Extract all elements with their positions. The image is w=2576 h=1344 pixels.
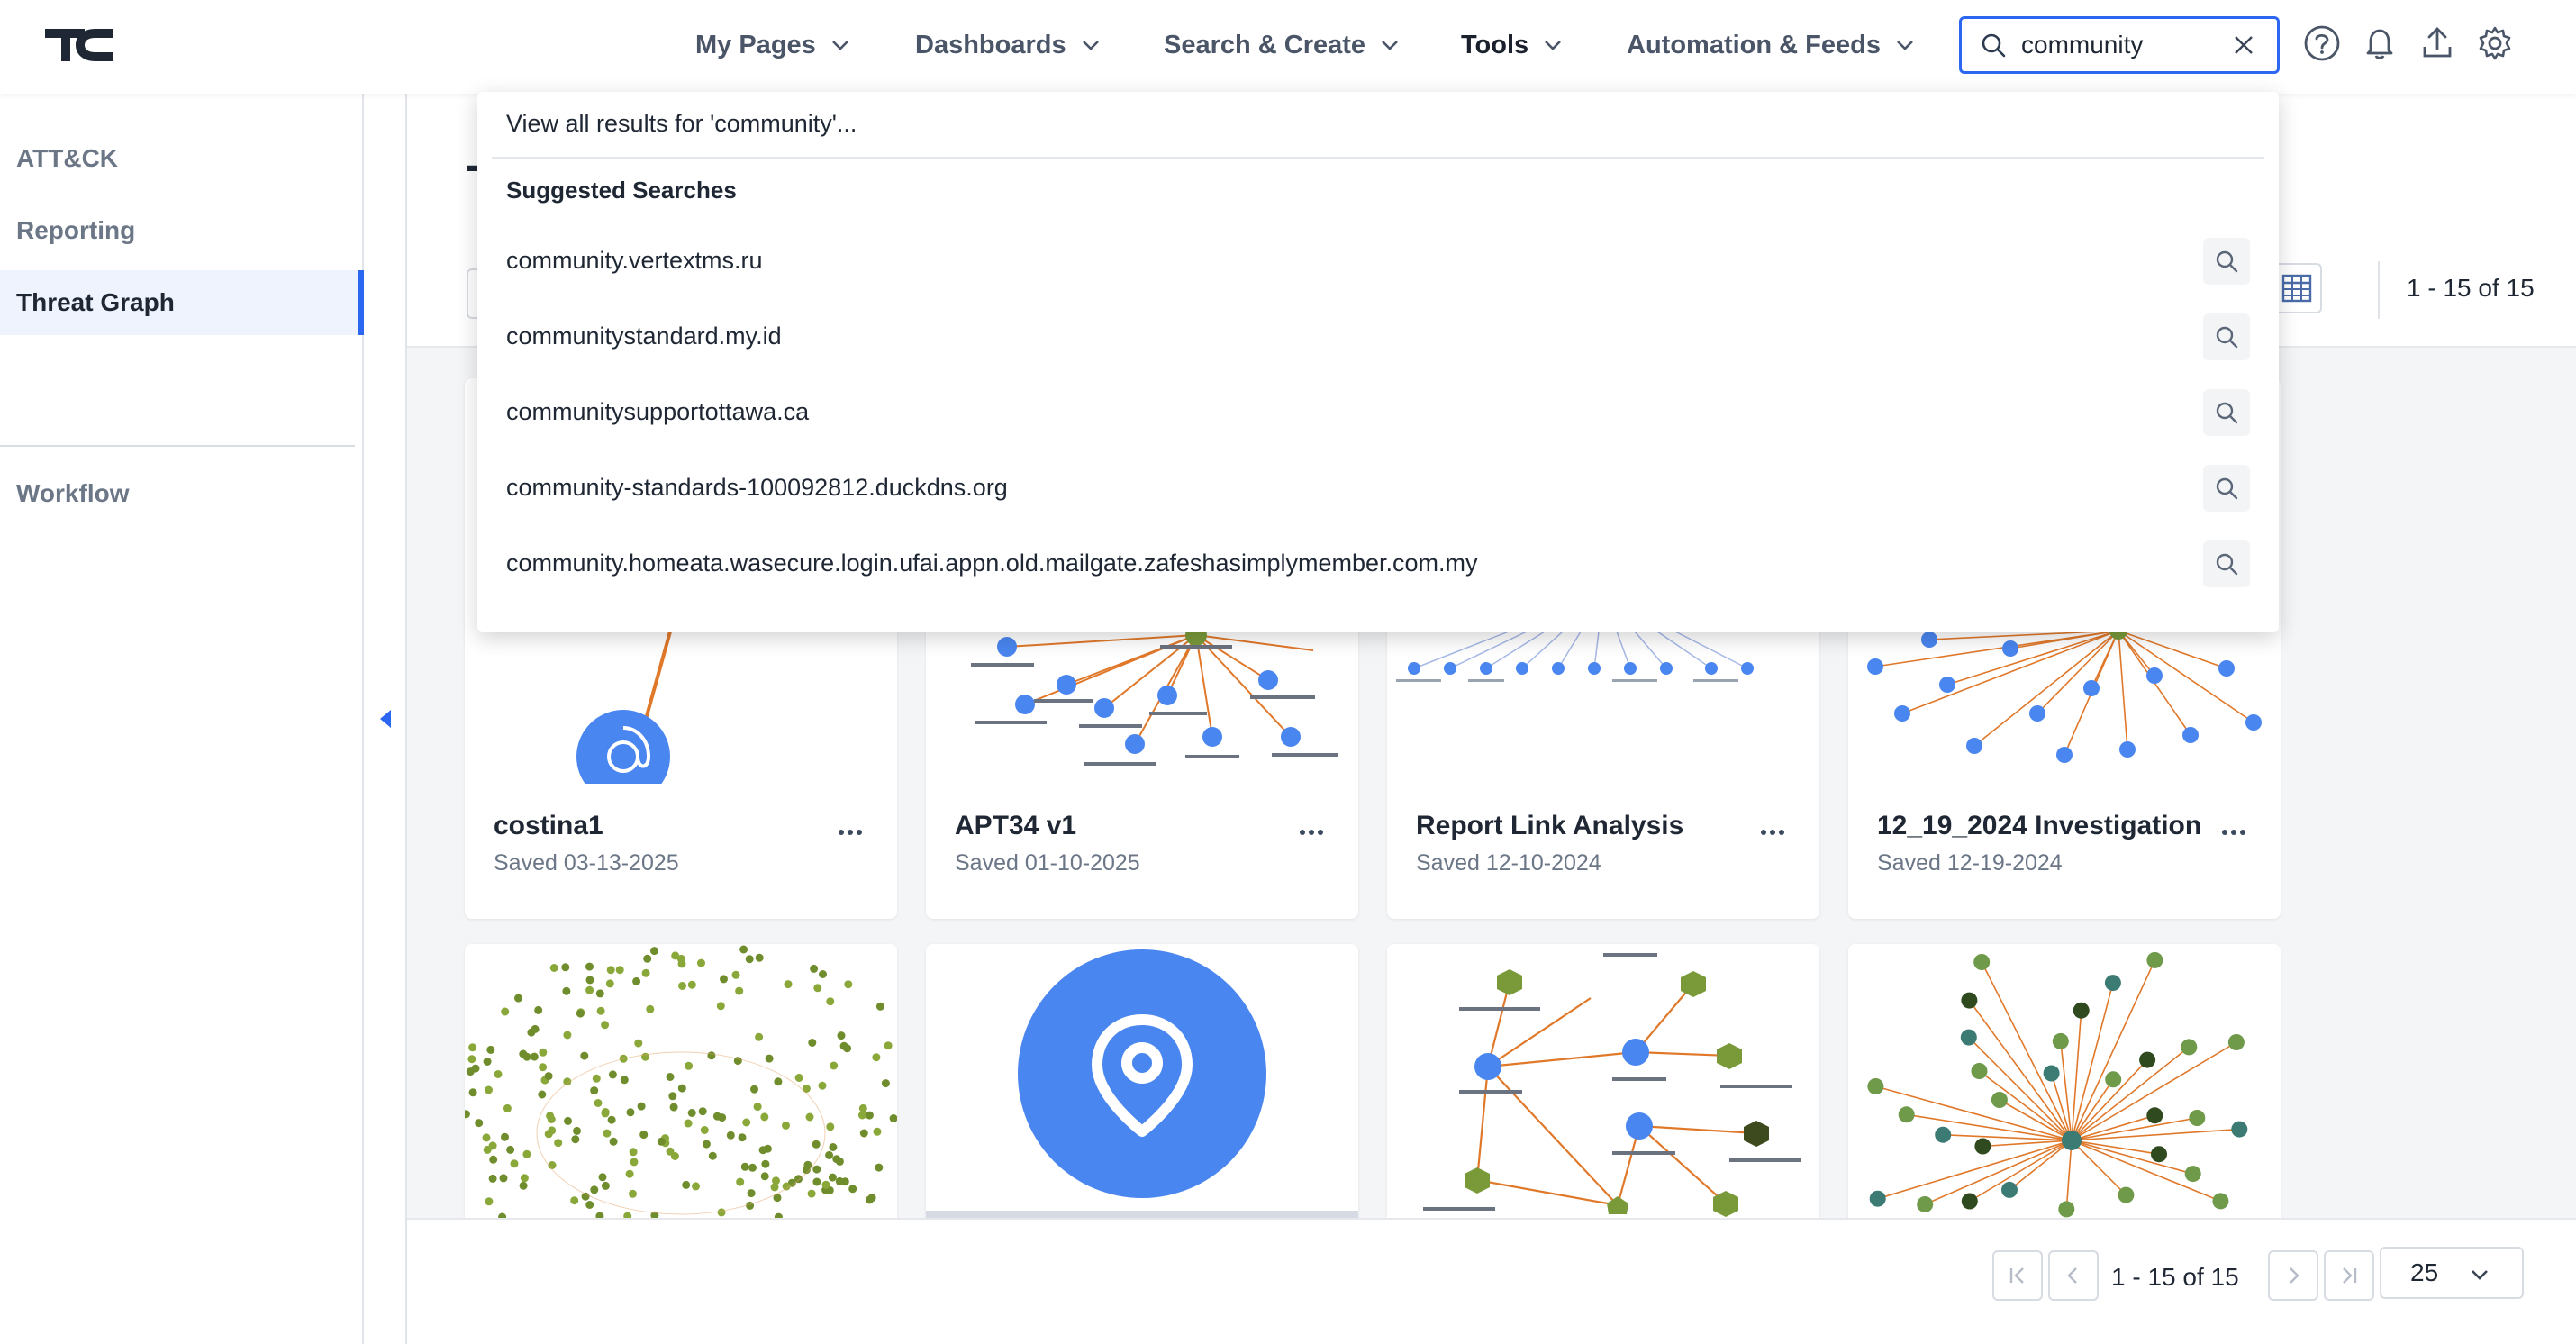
card-title: costina1: [494, 811, 603, 840]
header-separator: [2378, 261, 2380, 319]
suggested-searches-heading: Suggested Searches: [506, 177, 737, 204]
nav-dashboards[interactable]: Dashboards: [915, 27, 1101, 63]
last-page-button[interactable]: [2324, 1250, 2374, 1301]
first-page-button[interactable]: [1992, 1250, 2043, 1301]
gear-icon[interactable]: [2475, 23, 2515, 63]
graph-card[interactable]: [465, 944, 897, 1218]
chevron-down-icon: [1382, 41, 1398, 50]
pagination-text: 1 - 15 of 15: [2111, 1263, 2239, 1291]
suggestion-search-button[interactable]: [2203, 313, 2250, 360]
top-navigation-bar: My Pages Dashboards Search & Create Tool…: [0, 0, 2576, 94]
sidebar-item-threat-graph[interactable]: Threat Graph: [0, 270, 364, 335]
suggestion-text: community.homeata.wasecure.login.ufai.ap…: [506, 549, 1478, 577]
last-page-icon: [2343, 1267, 2357, 1284]
suggestion-text: community.vertextms.ru: [506, 247, 763, 274]
search-icon: [2216, 250, 2238, 273]
nav-label: Tools: [1461, 30, 1529, 59]
global-search: [1959, 16, 2280, 74]
chevron-down-icon: [1897, 41, 1913, 50]
suggestion-text: community-standards-100092812.duckdns.or…: [506, 474, 1008, 501]
search-icon: [1982, 33, 2006, 58]
graph-thumbnail: [465, 944, 897, 1218]
clear-icon[interactable]: [2232, 33, 2255, 57]
graph-card[interactable]: [926, 944, 1358, 1218]
view-all-results-link[interactable]: View all results for 'community'...: [506, 110, 857, 138]
results-count: 1 - 15 of 15: [2407, 274, 2535, 302]
help-icon[interactable]: [2302, 23, 2342, 63]
suggestion-text: communitysupportottawa.ca: [506, 398, 810, 425]
card-saved-date: Saved 03-13-2025: [494, 850, 679, 876]
search-icon: [2216, 402, 2238, 424]
sidebar-divider: [0, 445, 355, 447]
suggestion-search-button[interactable]: [2203, 540, 2250, 587]
search-icon: [2216, 553, 2238, 576]
more-icon[interactable]: [1755, 814, 1791, 850]
suggestion-search-button[interactable]: [2203, 465, 2250, 512]
suggestion-item[interactable]: community.homeata.wasecure.login.ufai.ap…: [477, 528, 2279, 600]
card-title: 12_19_2024 Investigation: [1877, 811, 2202, 840]
suggestion-item[interactable]: communitystandard.my.id: [477, 301, 2279, 373]
table-view-button[interactable]: [2272, 263, 2322, 313]
nav-search-create[interactable]: Search & Create: [1164, 27, 1400, 63]
table-view-icon: [2281, 274, 2312, 303]
card-saved-date: Saved 01-10-2025: [955, 850, 1140, 876]
sidebar-item-workflow[interactable]: Workflow: [0, 461, 364, 526]
graph-thumbnail: [1848, 944, 2281, 1218]
upload-icon[interactable]: [2417, 23, 2457, 63]
more-icon[interactable]: [1293, 814, 1329, 850]
nav-label: My Pages: [695, 30, 816, 59]
more-icon[interactable]: [2216, 814, 2252, 850]
sidebar-item-label: ATT&CK: [16, 144, 119, 172]
collapse-sidebar-icon[interactable]: [376, 706, 395, 731]
first-page-icon: [2009, 1267, 2024, 1284]
page-size-select[interactable]: 25: [2380, 1247, 2524, 1299]
nav-automation-feeds[interactable]: Automation & Feeds: [1627, 27, 1915, 63]
suggestion-item[interactable]: communitysupportottawa.ca: [477, 377, 2279, 449]
card-title: APT34 v1: [955, 811, 1077, 840]
previous-page-button[interactable]: [2048, 1250, 2099, 1301]
chevron-right-icon: [2290, 1267, 2299, 1284]
suggestion-text: communitystandard.my.id: [506, 322, 782, 350]
suggestion-item[interactable]: community-standards-100092812.duckdns.or…: [477, 452, 2279, 524]
search-suggestions-dropdown: View all results for 'community'... Sugg…: [477, 92, 2279, 632]
suggestion-item[interactable]: community.vertextms.ru: [477, 225, 2279, 297]
graph-card[interactable]: [1848, 944, 2281, 1218]
dropdown-divider: [492, 157, 2264, 159]
graph-card[interactable]: [1387, 944, 1819, 1218]
chevron-left-icon: [2067, 1267, 2077, 1284]
suggestion-search-button[interactable]: [2203, 389, 2250, 436]
logo[interactable]: [43, 23, 115, 65]
search-icon: [2216, 477, 2238, 500]
next-page-button[interactable]: [2268, 1250, 2318, 1301]
card-saved-date: Saved 12-10-2024: [1416, 850, 1601, 876]
card-title: Report Link Analysis: [1416, 811, 1684, 840]
chevron-down-icon: [2472, 1270, 2488, 1280]
page-size-value: 25: [2410, 1258, 2439, 1286]
graph-thumbnail: [926, 944, 1358, 1218]
sidebar-item-label: Threat Graph: [16, 288, 175, 316]
sidebar-item-label: Workflow: [16, 479, 130, 507]
card-saved-date: Saved 12-19-2024: [1877, 850, 2063, 876]
suggestion-search-button[interactable]: [2203, 238, 2250, 285]
chevron-down-icon: [1545, 41, 1562, 50]
chevron-down-icon: [1082, 41, 1099, 50]
sidebar-collapse-rail: [364, 94, 407, 1344]
bell-icon[interactable]: [2360, 23, 2399, 63]
search-icon: [2216, 326, 2238, 349]
nav-label: Automation & Feeds: [1627, 30, 1881, 59]
left-sidebar: ATT&CK Reporting Threat Graph Workflow: [0, 94, 364, 1344]
pagination-bar: 1 - 15 of 15 25: [407, 1218, 2576, 1344]
chevron-down-icon: [831, 41, 848, 50]
nav-tools[interactable]: Tools: [1461, 27, 1563, 63]
sidebar-item-reporting[interactable]: Reporting: [0, 198, 364, 263]
nav-label: Search & Create: [1164, 30, 1366, 59]
nav-my-pages[interactable]: My Pages: [695, 27, 850, 63]
sidebar-item-attack[interactable]: ATT&CK: [0, 126, 364, 191]
graph-thumbnail: [1387, 944, 1819, 1218]
nav-label: Dashboards: [915, 30, 1066, 59]
sidebar-item-label: Reporting: [16, 216, 136, 244]
search-input[interactable]: [2021, 31, 2210, 59]
more-icon[interactable]: [832, 814, 868, 850]
